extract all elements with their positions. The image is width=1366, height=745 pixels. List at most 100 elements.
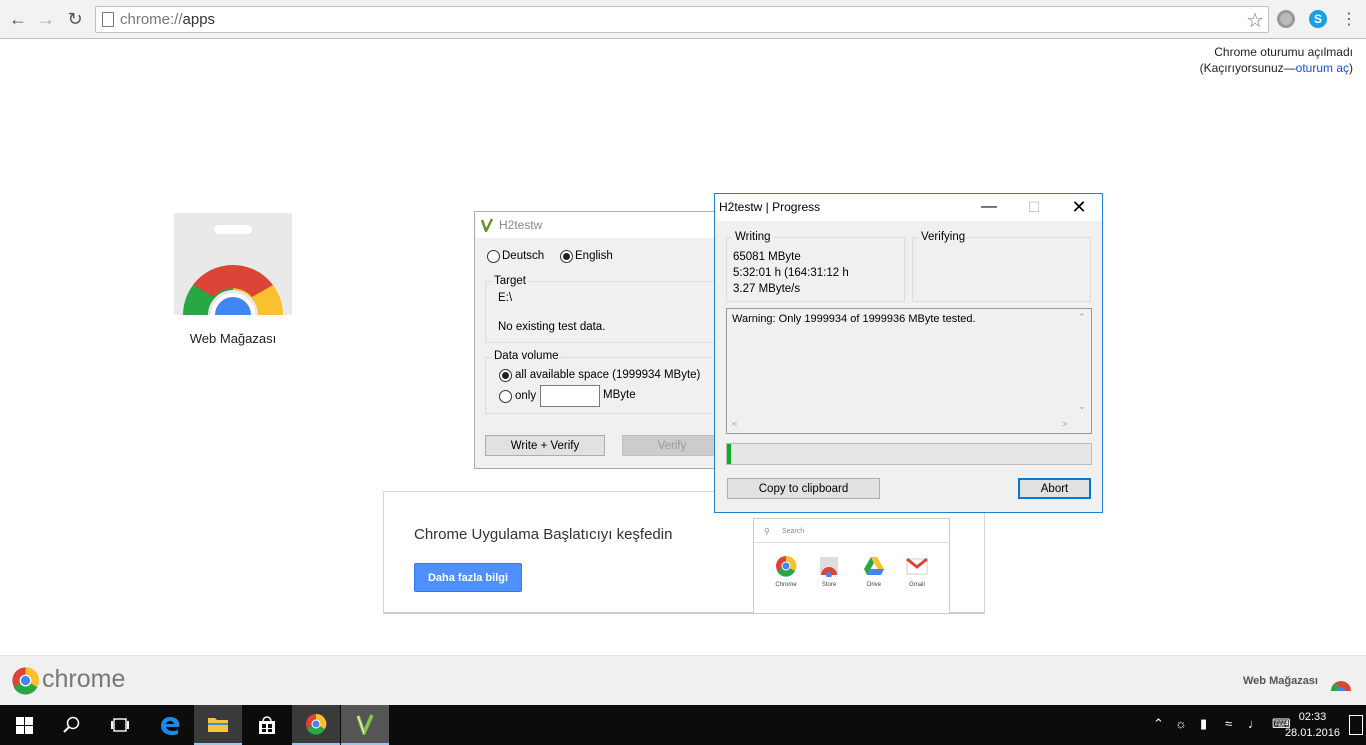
network-offline-icon[interactable]: ☼	[1175, 716, 1187, 731]
windows-start-icon[interactable]	[0, 705, 48, 745]
close-icon[interactable]: ✕	[1056, 194, 1102, 220]
scroll-right-icon[interactable]: >	[1062, 419, 1067, 429]
chrome-logo-icon	[183, 265, 283, 315]
wifi-icon[interactable]: ≈	[1225, 716, 1232, 731]
vertical-scrollbar[interactable]: ⌃ ⌄	[1074, 309, 1091, 416]
radio-only[interactable]	[499, 390, 512, 403]
mini-app-label: Chrome	[775, 582, 797, 588]
gmail-icon	[906, 557, 928, 575]
chrome-taskbar-icon[interactable]	[292, 705, 340, 745]
written-amount: 65081 MByte	[733, 251, 801, 263]
chevron-up-icon[interactable]: ⌃	[1153, 716, 1164, 732]
notifications-icon[interactable]	[1349, 715, 1363, 735]
maximize-icon[interactable]: ☐	[1011, 194, 1057, 220]
taskbar: ⌃ ☼ ▮ ≈ ♩ ⌨ 02:33 28.01.2016	[0, 705, 1366, 745]
back-arrow-icon[interactable]: ←	[6, 7, 30, 31]
radio-english[interactable]	[560, 250, 573, 263]
clock-date: 28.01.2016	[1284, 727, 1340, 739]
h2testw-progress-window: H2testw | Progress — ☐ ✕ Writing 65081 M…	[714, 193, 1103, 513]
minimize-icon[interactable]: —	[966, 194, 1012, 220]
mini-app-label: Store	[821, 582, 837, 588]
writing-label: Writing	[733, 231, 773, 243]
file-explorer-icon[interactable]	[194, 705, 242, 745]
radio-english-label: English	[575, 250, 613, 262]
browser-toolbar: ← → ↻ chrome://apps ☆ S ⋮	[0, 0, 1366, 39]
only-mbyte-input[interactable]	[540, 385, 600, 407]
promo-title: Chrome Uygulama Başlatıcıyı keşfedin	[414, 526, 673, 543]
app-label: Web Mağazası	[189, 331, 277, 346]
abort-button[interactable]: Abort	[1018, 478, 1091, 499]
h2testw-logo-icon	[481, 218, 493, 232]
search-icon[interactable]	[48, 705, 96, 745]
radio-deutsch-label: Deutsch	[502, 250, 545, 262]
log-output[interactable]: Warning: Only 1999934 of 1999936 MByte t…	[726, 308, 1092, 434]
chrome-logo-icon[interactable]	[11, 666, 40, 695]
progress-bar	[726, 443, 1092, 465]
signin-suffix: )	[1349, 61, 1353, 75]
unit-label: MByte	[603, 389, 636, 401]
elapsed-time: 5:32:01 h (164:31:12 h	[733, 267, 849, 279]
write-speed: 3.27 MByte/s	[733, 283, 801, 295]
radio-all-space[interactable]	[499, 369, 512, 382]
signin-status: Chrome oturumu açılmadı (Kaçırıyorsunuz—…	[1200, 44, 1353, 76]
mini-app: Chrome	[766, 555, 806, 588]
forward-arrow-icon[interactable]: →	[34, 7, 58, 31]
page-icon	[102, 12, 114, 27]
extension-icon[interactable]	[1277, 10, 1295, 28]
horizontal-scrollbar[interactable]: < >	[727, 416, 1074, 433]
store-icon[interactable]	[243, 705, 291, 745]
volume-icon[interactable]: ♩	[1248, 716, 1261, 731]
chrome-wordmark: chrome	[42, 665, 126, 693]
window-title: H2testw | Progress	[719, 200, 821, 214]
store-icon	[820, 557, 838, 578]
preview-search: Search	[754, 519, 949, 543]
copy-to-clipboard-button[interactable]: Copy to clipboard	[727, 478, 880, 499]
signin-link[interactable]: oturum aç	[1296, 61, 1349, 75]
bag-handle	[214, 225, 252, 234]
write-verify-button[interactable]: Write + Verify	[485, 435, 605, 456]
h2testw-main-window: H2testw Deutsch English Target E:\ No ex…	[474, 211, 725, 469]
web-store-link[interactable]: Web Mağazası	[1243, 675, 1318, 687]
verify-button[interactable]: Verify	[622, 435, 722, 456]
apps-footer: chrome Web Mağazası	[0, 655, 1366, 705]
radio-deutsch[interactable]	[487, 250, 500, 263]
launcher-preview: ⚲ Search Chrome Store Drive Gmail	[753, 518, 950, 613]
menu-icon[interactable]: ⋮	[1337, 7, 1361, 31]
radio-only-label: only	[515, 390, 537, 402]
mini-app: Store	[809, 555, 849, 588]
url-host: apps	[182, 11, 216, 28]
web-store-icon[interactable]	[1330, 677, 1352, 691]
mini-app: Gmail	[897, 555, 937, 588]
scroll-down-icon[interactable]: ⌄	[1078, 401, 1086, 412]
task-view-icon[interactable]	[96, 705, 144, 745]
bookmark-star-icon[interactable]: ☆	[1246, 8, 1264, 33]
learn-more-button[interactable]: Daha fazla bilgi	[414, 563, 522, 592]
url-text[interactable]: chrome://apps	[120, 11, 215, 28]
target-value: E:\	[498, 292, 513, 304]
data-volume-group	[485, 357, 725, 414]
url-scheme: chrome://	[120, 11, 183, 28]
scroll-up-icon[interactable]: ⌃	[1078, 312, 1086, 323]
h2testw-taskbar-icon[interactable]	[341, 705, 389, 745]
mini-app-label: Drive	[866, 582, 881, 588]
skype-icon[interactable]: S	[1309, 10, 1327, 28]
app-tile-web-store[interactable]	[174, 213, 292, 315]
chrome-icon	[776, 555, 797, 577]
log-text: Warning: Only 1999934 of 1999936 MByte t…	[732, 313, 976, 325]
progress-titlebar[interactable]: H2testw | Progress — ☐ ✕	[715, 194, 1102, 221]
clock-time: 02:33	[1298, 711, 1327, 723]
h2testw-titlebar[interactable]: H2testw	[475, 212, 723, 238]
edge-icon[interactable]	[146, 705, 194, 745]
target-label: Target	[492, 275, 528, 287]
verifying-group	[912, 237, 1091, 302]
taskbar-clock[interactable]: 02:33 28.01.2016	[1285, 709, 1340, 741]
scroll-left-icon[interactable]: <	[732, 419, 737, 429]
drive-icon	[864, 557, 884, 575]
target-status: No existing test data.	[498, 321, 606, 333]
reload-icon[interactable]: ↻	[63, 7, 87, 31]
address-bar[interactable]: chrome://apps ☆	[95, 6, 1269, 33]
mini-app: Drive	[854, 555, 894, 588]
signin-line: Chrome oturumu açılmadı	[1214, 45, 1353, 59]
progress-fill	[727, 444, 731, 464]
battery-icon[interactable]: ▮	[1200, 716, 1207, 732]
